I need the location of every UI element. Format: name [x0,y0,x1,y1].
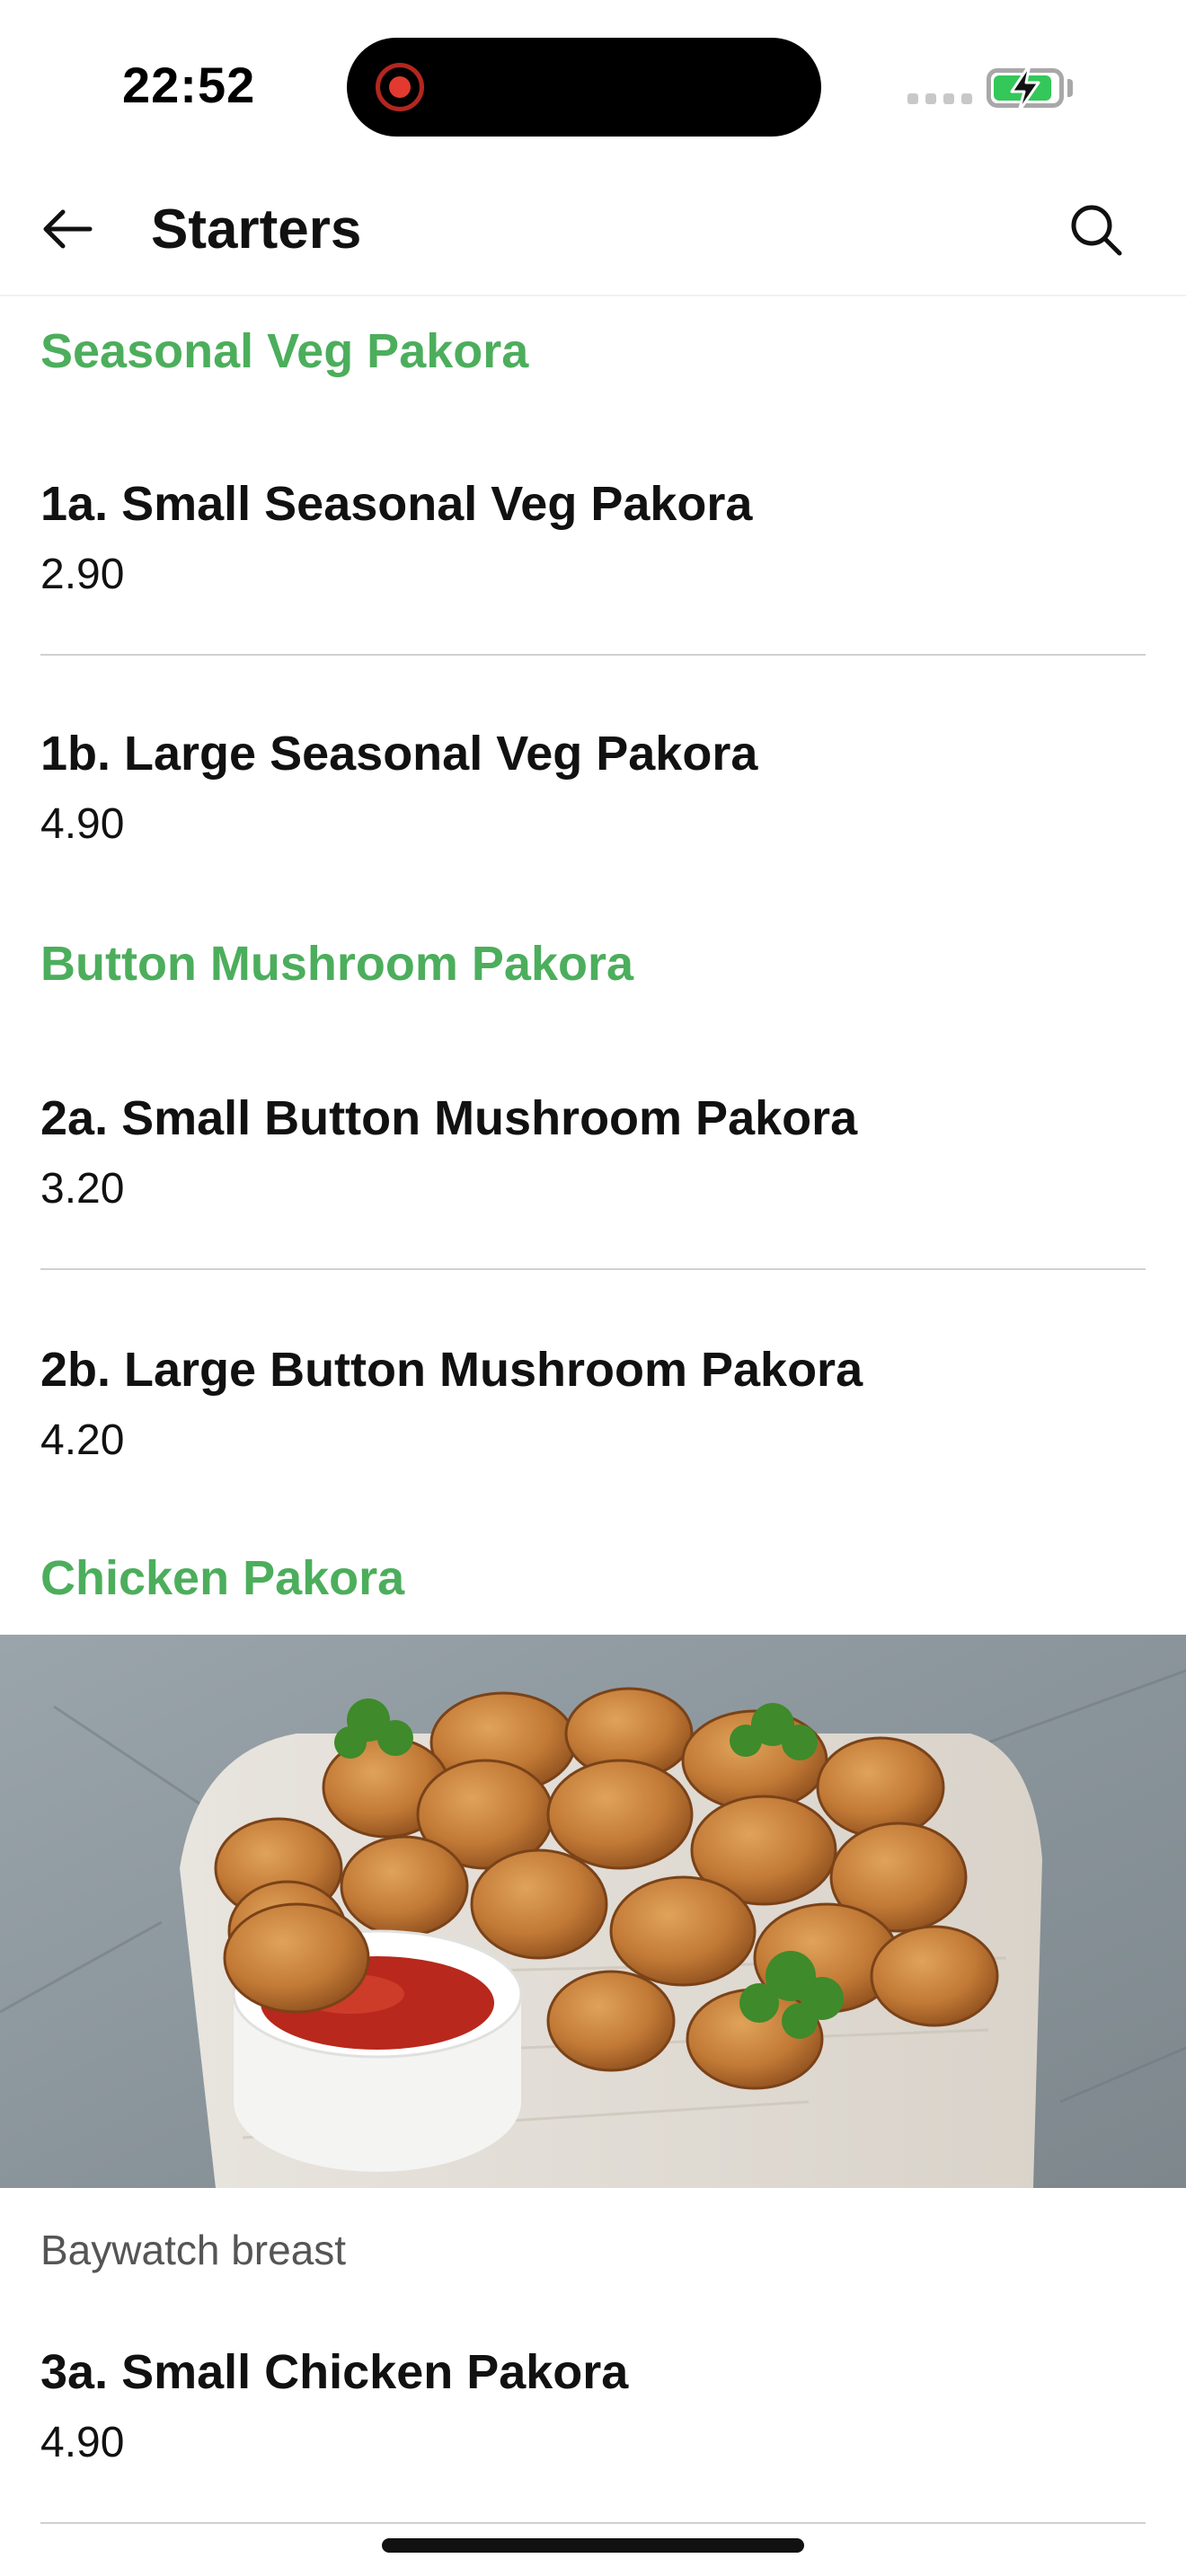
item-name[interactable]: 2b. Large Button Mushroom Pakora [40,1342,863,1398]
item-price: 2.90 [40,551,125,598]
status-time: 22:52 [122,57,256,113]
home-indicator[interactable] [382,2538,804,2553]
item-divider [40,654,1146,656]
item-name[interactable]: 1a. Small Seasonal Veg Pakora [40,476,752,532]
section-title-button-mushroom-pakora: Button Mushroom Pakora [40,937,634,991]
item-price: 4.90 [40,2419,125,2466]
item-price: 4.90 [40,800,125,848]
item-name[interactable]: 1b. Large Seasonal Veg Pakora [40,726,757,781]
status-bar: 22:52 [0,0,1186,171]
charging-bolt-icon [1010,63,1040,113]
dynamic-island [347,38,821,137]
item-price: 3.20 [40,1165,125,1213]
app-header: Starters [0,171,1186,296]
item-divider [40,1268,1146,1270]
section-title-chicken-pakora: Chicken Pakora [40,1551,405,1605]
battery-cap [1067,79,1073,97]
item-divider [40,2522,1146,2524]
chicken-pakora-photo [0,1635,1186,2188]
item-price: 4.20 [40,1416,125,1464]
search-icon[interactable] [1062,196,1130,264]
page-title: Starters [151,198,362,260]
cellular-signal-icon [907,93,972,104]
item-name[interactable]: 3a. Small Chicken Pakora [40,2344,628,2400]
item-name[interactable]: 2a. Small Button Mushroom Pakora [40,1090,857,1146]
arrow-left-icon[interactable] [36,198,99,260]
screen-recording-icon [376,63,424,111]
section-title-seasonal-veg-pakora: Seasonal Veg Pakora [40,324,529,378]
section-description: Baywatch breast [40,2227,347,2273]
